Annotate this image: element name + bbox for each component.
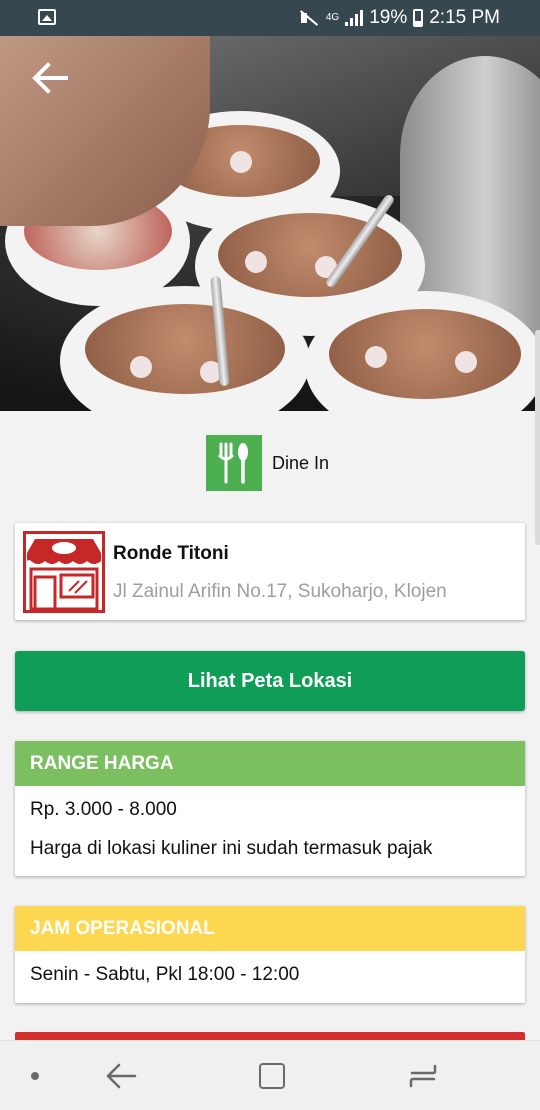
dine-in-label: Dine In <box>272 452 330 473</box>
dine-in-badge: Dine In <box>206 435 329 491</box>
back-icon[interactable] <box>105 1061 137 1091</box>
price-range-header: RANGE HARGA <box>15 741 525 786</box>
operating-hours-card: JAM OPERASIONAL Senin - Sabtu, Pkl 18:00… <box>15 906 525 1003</box>
place-address: Jl Zainul Arifin No.17, Sukoharjo, Kloje… <box>113 581 447 602</box>
place-name: Ronde Titoni <box>113 543 229 564</box>
place-card: Ronde Titoni Jl Zainul Arifin No.17, Suk… <box>15 523 525 620</box>
network-type: 4G <box>325 12 340 23</box>
nav-dot-icon[interactable] <box>31 1072 39 1080</box>
price-range-card: RANGE HARGA Rp. 3.000 - 8.000 Harga di l… <box>15 741 525 876</box>
battery-percent: 19% <box>369 7 408 28</box>
hero-image <box>0 36 540 411</box>
operating-hours-header: JAM OPERASIONAL <box>15 906 525 951</box>
price-range-value: Rp. 3.000 - 8.000 <box>30 799 177 820</box>
status-bar: 4G 19% 2:15 PM <box>0 0 540 36</box>
navigation-bar <box>0 1040 540 1110</box>
shop-icon <box>23 531 105 613</box>
operating-hours-value: Senin - Sabtu, Pkl 18:00 - 12:00 <box>30 964 300 985</box>
edge-panel-handle[interactable] <box>535 330 540 545</box>
back-arrow-icon <box>32 62 68 94</box>
view-map-button[interactable]: Lihat Peta Lokasi <box>15 651 525 711</box>
gallery-icon <box>38 9 56 25</box>
clock: 2:15 PM <box>429 7 500 28</box>
home-icon[interactable] <box>259 1063 285 1089</box>
fork-spoon-icon <box>206 435 262 491</box>
back-button[interactable] <box>28 56 72 100</box>
price-tax-note: Harga di lokasi kuliner ini sudah termas… <box>30 838 433 859</box>
battery-icon <box>413 9 424 27</box>
signal-icon <box>345 10 364 26</box>
recent-apps-icon[interactable] <box>408 1061 438 1091</box>
mute-icon <box>298 9 320 27</box>
